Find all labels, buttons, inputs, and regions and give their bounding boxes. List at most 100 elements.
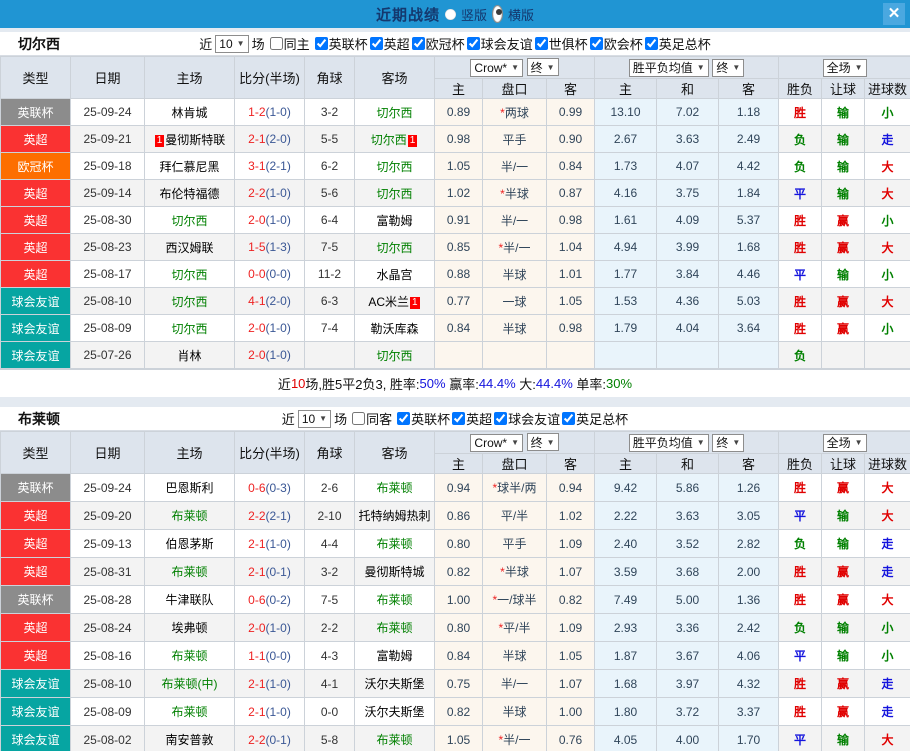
- handicap-result-label: 赢: [837, 481, 850, 495]
- handicap-result: 赢: [821, 233, 866, 261]
- team-label: 林肯城: [171, 105, 208, 120]
- radio-horizontal-label[interactable]: 横版: [508, 5, 534, 24]
- avg-time-select[interactable]: 终 ▼: [712, 433, 745, 452]
- odds-company-select[interactable]: Crow* ▼: [470, 58, 524, 77]
- result: 胜: [778, 669, 823, 698]
- handicap-result: 输: [821, 725, 866, 751]
- league-type-badge: 英超: [1, 126, 70, 152]
- odds-company-select[interactable]: Crow* ▼: [470, 433, 524, 452]
- col-let: 让球: [821, 78, 866, 99]
- match-row: 英超 25-09-20 布莱顿 2-2(2-1) 2-10 托特纳姆热刺 0.86 平/半 1.…: [0, 501, 910, 530]
- avg-away: 2.82: [717, 529, 780, 558]
- avg-time-select[interactable]: 终 ▼: [712, 58, 745, 77]
- league-checkbox[interactable]: [411, 37, 425, 50]
- league-filter[interactable]: 英超: [450, 409, 492, 428]
- league-filter[interactable]: 欧会杯: [588, 34, 643, 53]
- goals-result-label: 大: [881, 593, 894, 607]
- filter-row: 布莱顿 近 10 ▼ 场 同客 英联杯 英超 球会友谊 英足总杯: [0, 407, 910, 431]
- chevron-down-icon: ▼: [319, 414, 328, 423]
- league-checkbox[interactable]: [466, 37, 480, 50]
- odds-time-select[interactable]: 终 ▼: [526, 58, 559, 77]
- same-venue-filter[interactable]: 同客: [350, 409, 392, 428]
- away-team: 托特纳姆热刺: [354, 501, 435, 530]
- page-title: 近期战绩: [375, 6, 440, 24]
- fulltime-score: 2-0: [248, 213, 266, 227]
- col-avg-home: 主: [594, 453, 657, 474]
- league-checkbox[interactable]: [494, 412, 508, 425]
- result-label: 胜: [794, 565, 807, 579]
- avg-type-select[interactable]: 胜平负均值 ▼: [628, 433, 709, 452]
- radio-horizontal-layout[interactable]: [492, 5, 503, 23]
- match-score: 1-2(1-0): [234, 98, 305, 126]
- league-checkbox[interactable]: [397, 412, 411, 425]
- away-odds: 0.98: [546, 314, 595, 342]
- summary-segment: 大:: [515, 377, 536, 392]
- radio-vertical-layout[interactable]: [444, 8, 456, 20]
- odds-time-select[interactable]: 终 ▼: [526, 433, 559, 452]
- match-score: 2-2(2-1): [234, 501, 305, 530]
- goals-result-label: 小: [881, 649, 894, 663]
- fulltime-score: 1-1: [248, 648, 266, 663]
- match-date: 25-08-16: [70, 641, 145, 670]
- away-odds: 0.99: [546, 98, 595, 126]
- league-filter[interactable]: 英足总杯: [643, 34, 711, 53]
- avg-draw: 3.72: [656, 697, 719, 726]
- scope-select[interactable]: 全场 ▼: [822, 58, 867, 77]
- avg-home: 2.67: [594, 125, 657, 153]
- result: 胜: [778, 585, 823, 614]
- handicap-result: [821, 341, 866, 369]
- same-venue-filter[interactable]: 同主: [268, 34, 310, 53]
- radio-vertical-label[interactable]: 竖版: [461, 5, 487, 24]
- team-label: 沃尔夫斯堡: [364, 705, 425, 719]
- league-type-badge: 英联杯: [1, 474, 70, 501]
- handicap-result: 输: [821, 613, 866, 642]
- match-date: 25-08-23: [70, 233, 145, 261]
- league-filter[interactable]: 英足总杯: [560, 409, 628, 428]
- avg-type-select[interactable]: 胜平负均值 ▼: [628, 58, 709, 77]
- corner-score: 4-3: [304, 641, 355, 670]
- avg-home: 1.53: [594, 287, 657, 315]
- league-filter[interactable]: 世俱杯: [533, 34, 588, 53]
- same-venue-checkbox[interactable]: [269, 37, 283, 50]
- match-row: 欧冠杯 25-09-18 拜仁慕尼黑 3-1(2-1) 6-2 切尔西 1.05 半/一 0.8…: [0, 152, 910, 180]
- league-filter[interactable]: 球会友谊: [492, 409, 560, 428]
- league-checkbox[interactable]: [314, 37, 328, 50]
- handicap-label: 球半/两: [497, 481, 537, 495]
- handicap: 一球: [482, 287, 547, 315]
- matches-table: 类型 日期 主场 比分(半场) 角球 客场 Crow* ▼ 终 ▼ 胜平负均值 ▼ 终…: [0, 56, 910, 369]
- league-checkbox[interactable]: [589, 37, 603, 50]
- result: 平: [778, 179, 823, 207]
- fulltime-score: 2-2: [248, 508, 266, 523]
- match-type-cell: 欧冠杯: [0, 152, 71, 180]
- handicap-result: 输: [821, 179, 866, 207]
- league-checkbox[interactable]: [452, 412, 466, 425]
- col-type: 类型: [0, 56, 71, 99]
- recent-count-select[interactable]: 10 ▼: [215, 34, 249, 53]
- team-label: 布伦特福德: [159, 186, 220, 201]
- league-checkbox[interactable]: [562, 412, 576, 425]
- match-row: 球会友谊 25-08-10 布莱顿(中) 2-1(1-0) 4-1 沃尔夫斯堡 0.75 半/…: [0, 669, 910, 698]
- league-filter[interactable]: 欧冠杯: [410, 34, 465, 53]
- league-filter[interactable]: 球会友谊: [465, 34, 533, 53]
- same-venue-checkbox[interactable]: [352, 412, 366, 425]
- result-label: 平: [794, 267, 807, 282]
- recent-count-select[interactable]: 10 ▼: [297, 409, 332, 428]
- league-type-badge: 球会友谊: [1, 698, 70, 725]
- goals-result-label: 大: [881, 481, 894, 495]
- goals-result-label: 大: [881, 159, 894, 174]
- league-checkbox[interactable]: [534, 37, 548, 50]
- league-checkbox[interactable]: [644, 37, 658, 50]
- col-odds-home: 主: [434, 453, 483, 474]
- away-team: 切尔西: [354, 233, 435, 261]
- league-filter[interactable]: 英联杯: [313, 34, 368, 53]
- summary-segment: 10: [290, 376, 306, 391]
- close-button[interactable]: ✕: [883, 3, 905, 25]
- league-filter[interactable]: 英超: [368, 34, 410, 53]
- league-checkbox[interactable]: [369, 37, 383, 50]
- corner-score: 7-5: [304, 585, 355, 614]
- scope-select[interactable]: 全场 ▼: [822, 433, 867, 452]
- avg-home: 1.87: [594, 641, 657, 670]
- match-date: 25-09-24: [70, 473, 145, 502]
- goals-result: 小: [864, 260, 910, 288]
- league-filter[interactable]: 英联杯: [395, 409, 450, 428]
